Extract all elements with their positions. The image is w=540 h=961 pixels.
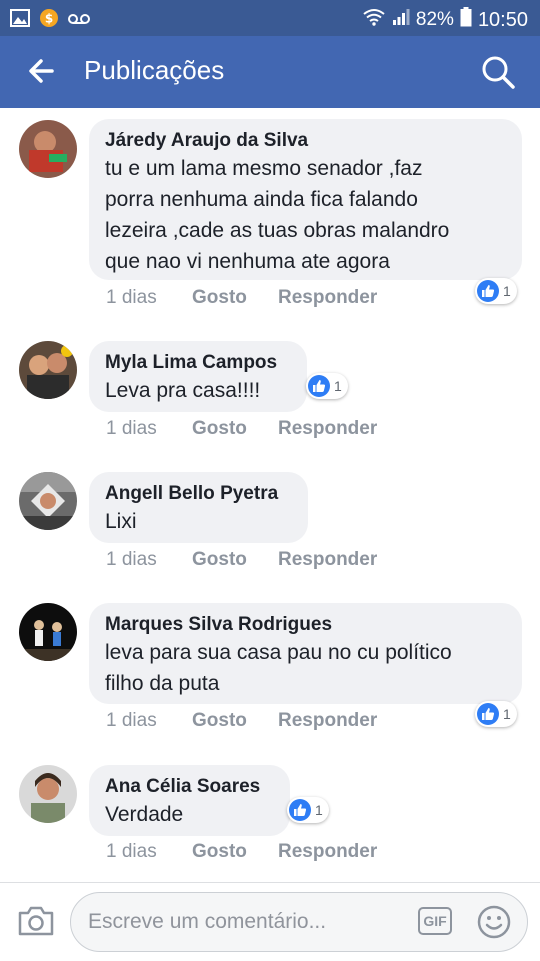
reaction-count-text: 1 xyxy=(334,378,342,394)
comment-text-line: Verdade xyxy=(105,803,184,826)
back-arrow-icon[interactable] xyxy=(28,58,54,89)
comment-time: 1 dias xyxy=(106,418,157,439)
comment-input-placeholder: Escreve um comentário... xyxy=(88,910,327,933)
status-bar: $ 82% 10:50 xyxy=(0,0,540,36)
comment-bubble[interactable]: Ana Célia Soares Verdade xyxy=(89,765,290,836)
reply-button[interactable]: Responder xyxy=(278,709,377,733)
comment-text-line: leva para sua casa pau no cu político xyxy=(105,641,452,664)
like-button[interactable]: Gosto xyxy=(192,417,278,441)
comment-bubble[interactable]: Myla Lima Campos Leva pra casa!!!! xyxy=(89,341,307,412)
like-button[interactable]: Gosto xyxy=(192,840,278,864)
comment-text-line: tu e um lama mesmo senador ,faz xyxy=(105,157,423,180)
comment-text-line: porra nenhuma ainda fica falando xyxy=(105,188,418,211)
reaction-count[interactable]: 1 xyxy=(475,701,517,727)
comment-time: 1 dias xyxy=(106,549,157,570)
comment-actions: 1 dias Gosto Responder xyxy=(106,548,377,572)
avatar[interactable] xyxy=(19,765,77,823)
like-button[interactable]: Gosto xyxy=(192,709,278,733)
reply-button[interactable]: Responder xyxy=(278,840,377,864)
comment-input[interactable]: Escreve um comentário... GIF xyxy=(70,892,528,952)
like-reaction-icon xyxy=(308,375,330,397)
battery-level: 82% xyxy=(415,9,454,30)
comment-actions: 1 dias Gosto Responder xyxy=(106,286,377,310)
coin-icon: $ xyxy=(39,8,59,33)
battery-icon xyxy=(460,7,472,33)
comment-composer: Escreve um comentário... GIF xyxy=(0,882,540,961)
reaction-count-text: 1 xyxy=(503,283,511,299)
comment-text-line: que nao vi nenhuma ate agora xyxy=(105,250,390,273)
comment-text-line: filho da puta xyxy=(105,672,220,695)
avatar[interactable] xyxy=(19,120,77,178)
comment-bubble[interactable]: Angell Bello Pyetra Lixi xyxy=(89,472,308,543)
reaction-count[interactable]: 1 xyxy=(306,373,348,399)
comment-actions: 1 dias Gosto Responder xyxy=(106,417,377,441)
comment-text-line: Leva pra casa!!!! xyxy=(105,379,261,402)
top-app-bar: Publicações xyxy=(0,36,540,108)
reaction-count-text: 1 xyxy=(503,706,511,722)
page-title: Publicações xyxy=(84,55,225,85)
like-button[interactable]: Gosto xyxy=(192,286,278,310)
comment-text-line: lezeira ,cade as tuas obras malandro xyxy=(105,219,450,242)
avatar[interactable] xyxy=(19,472,77,530)
reaction-count[interactable]: 1 xyxy=(287,797,329,823)
emoji-icon[interactable] xyxy=(477,905,511,944)
comment-time: 1 dias xyxy=(106,287,157,308)
avatar[interactable] xyxy=(19,603,77,661)
comment-author[interactable]: Angell Bello Pyetra xyxy=(105,482,292,506)
like-button[interactable]: Gosto xyxy=(192,548,278,572)
comment-author[interactable]: Myla Lima Campos xyxy=(105,351,291,375)
comment-actions: 1 dias Gosto Responder xyxy=(106,709,377,733)
comment-text-line: Lixi xyxy=(105,510,137,533)
comment-author[interactable]: Marques Silva Rodrigues xyxy=(105,613,506,637)
like-reaction-icon xyxy=(289,799,311,821)
reply-button[interactable]: Responder xyxy=(278,286,377,310)
comment-time: 1 dias xyxy=(106,710,157,731)
comment-author[interactable]: Járedy Araujo da Silva xyxy=(105,129,506,153)
comment-bubble[interactable]: Járedy Araujo da Silva tu e um lama mesm… xyxy=(89,119,522,280)
wifi-icon xyxy=(362,8,386,32)
reaction-count-text: 1 xyxy=(315,802,323,818)
reaction-count[interactable]: 1 xyxy=(475,278,517,304)
signal-icon xyxy=(392,8,410,32)
reply-button[interactable]: Responder xyxy=(278,548,377,572)
gif-button[interactable]: GIF xyxy=(418,907,452,935)
voicemail-icon xyxy=(68,12,90,30)
reply-button[interactable]: Responder xyxy=(278,417,377,441)
comment-author[interactable]: Ana Célia Soares xyxy=(105,775,274,799)
camera-icon[interactable] xyxy=(17,905,55,942)
search-icon[interactable] xyxy=(480,54,516,95)
comment-time: 1 dias xyxy=(106,841,157,862)
svg-text:$: $ xyxy=(45,12,53,26)
avatar[interactable] xyxy=(19,341,77,399)
comment-bubble[interactable]: Marques Silva Rodrigues leva para sua ca… xyxy=(89,603,522,704)
like-reaction-icon xyxy=(477,280,499,302)
comment-actions: 1 dias Gosto Responder xyxy=(106,840,377,864)
image-icon xyxy=(10,9,30,32)
like-reaction-icon xyxy=(477,703,499,725)
clock: 10:50 xyxy=(477,8,528,31)
